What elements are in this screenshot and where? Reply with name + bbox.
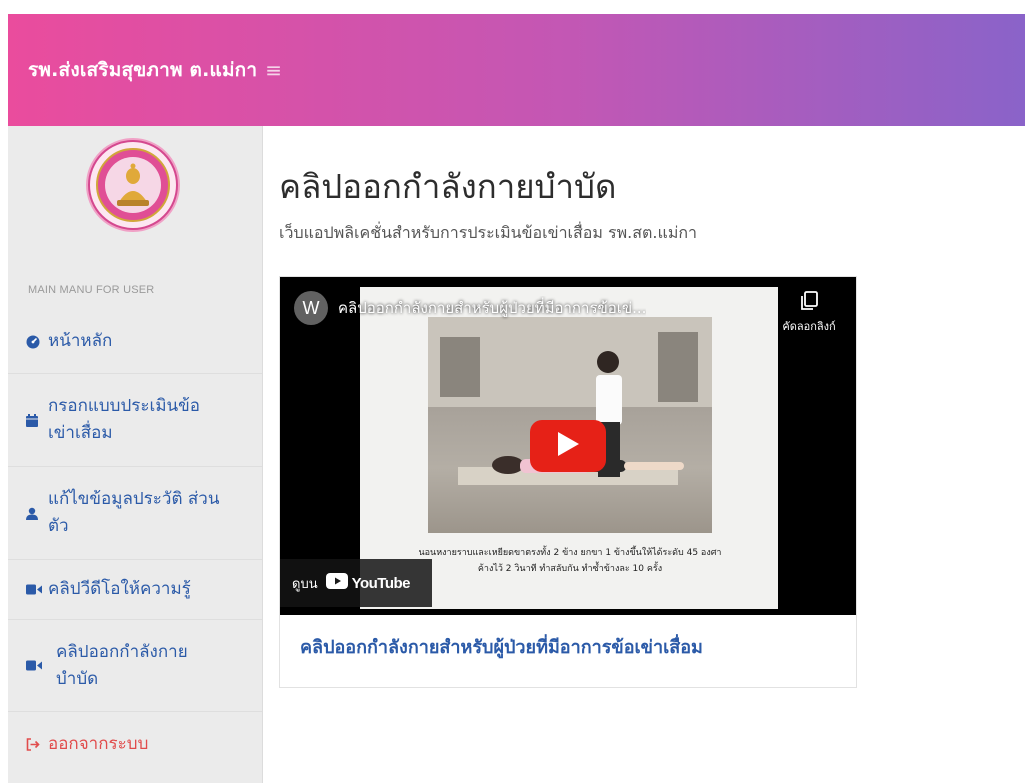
sidebar-item-label: ออกจากระบบ <box>48 733 149 754</box>
hospital-seal-logo <box>84 136 182 234</box>
watch-on-label: ดูบน <box>292 576 318 592</box>
copy-link-button[interactable]: คัดลอกลิงก์ <box>774 291 844 335</box>
copy-link-label: คัดลอกลิงก์ <box>782 320 836 333</box>
dashboard-icon <box>26 335 48 349</box>
youtube-wordmark: YouTube <box>351 574 411 592</box>
video-title[interactable]: คลิปออกกำลังกายสำหรับผู้ป่วยที่มีอาการข้… <box>338 296 646 320</box>
video-camera-icon <box>26 584 48 595</box>
sidebar-item-profile[interactable]: แก้ไขข้อมูลประวัติ ส่วนตัว <box>8 467 262 560</box>
video-camera-icon <box>26 660 48 671</box>
sidebar-item-label: หน้าหลัก <box>48 331 113 351</box>
sidebar-item-assessment[interactable]: กรอกแบบประเมินข้อ เข่าเสื่อม <box>8 374 262 467</box>
hamburger-icon[interactable]: ≡ <box>265 58 282 82</box>
user-icon <box>26 507 48 520</box>
sign-out-icon <box>26 737 48 751</box>
sidebar-item-knowledge-videos[interactable]: คลิปวีดีโอให้ความรู้ <box>8 560 262 620</box>
menu-header: MAIN MANU FOR USER <box>28 284 155 296</box>
sidebar-item-label: คลิปวีดีโอให้ความรู้ <box>48 579 191 599</box>
watch-on-youtube-button[interactable]: ดูบน YouTube <box>280 559 432 607</box>
video-card: นอนหงายราบและเหยียดขาตรงทั้ง 2 ข้าง ยกขา… <box>279 276 857 688</box>
sidebar-item-label: กรอกแบบประเมินข้อ เข่าเสื่อม <box>48 396 200 443</box>
sidebar-item-label: แก้ไขข้อมูลประวัติ ส่วนตัว <box>48 489 220 536</box>
sidebar-item-logout[interactable]: ออกจากระบบ <box>8 712 262 776</box>
youtube-logo-icon <box>325 573 348 593</box>
play-button[interactable] <box>530 420 606 472</box>
calendar-icon <box>26 413 48 427</box>
sidebar-item-label: คลิปออกกำลังกาย บำบัด <box>56 641 188 689</box>
channel-avatar[interactable]: W <box>294 291 328 325</box>
page-title: คลิปออกกำลังกายบำบัด <box>279 167 617 206</box>
brand-title[interactable]: รพ.ส่งเสริมสุขภาพ ต.แม่กา <box>28 55 257 85</box>
sidebar-item-exercise-clips[interactable]: คลิปออกกำลังกาย บำบัด <box>8 620 262 712</box>
top-navbar: รพ.ส่งเสริมสุขภาพ ต.แม่กา ≡ <box>8 14 1025 126</box>
copy-icon <box>800 291 818 315</box>
video-card-title[interactable]: คลิปออกกำลังกายสำหรับผู้ป่วยที่มีอาการข้… <box>300 632 703 661</box>
page-subtitle: เว็บแอปพลิเคชั่นสำหรับการประเมินข้อเข่าเ… <box>279 223 698 242</box>
youtube-embed[interactable]: นอนหงายราบและเหยียดขาตรงทั้ง 2 ข้าง ยกขา… <box>280 277 856 615</box>
play-icon <box>556 431 580 461</box>
sidebar: MAIN MANU FOR USER หน้าหลัก กรอกแบบประเม… <box>8 126 263 783</box>
video-title-row: W คลิปออกกำลังกายสำหรับผู้ป่วยที่มีอาการ… <box>294 291 794 325</box>
sidebar-item-home[interactable]: หน้าหลัก <box>8 310 262 374</box>
sidebar-menu: หน้าหลัก กรอกแบบประเมินข้อ เข่าเสื่อม แก… <box>8 310 262 776</box>
